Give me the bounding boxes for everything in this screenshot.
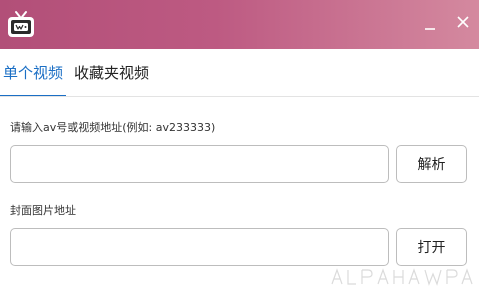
tab-divider (0, 96, 479, 97)
title-bar[interactable] (0, 0, 479, 49)
watermark-logo (328, 266, 473, 288)
tv-icon (6, 10, 36, 40)
cover-url-label: 封面图片地址 (10, 204, 76, 217)
video-id-input[interactable] (10, 145, 389, 183)
tab-single-video[interactable]: 单个视频 (0, 49, 66, 97)
open-button[interactable]: 打开 (396, 228, 467, 266)
tab-bar: 单个视频 收藏夹视频 (0, 49, 479, 97)
parse-button[interactable]: 解析 (396, 145, 467, 183)
close-icon[interactable] (451, 10, 475, 34)
tab-favorites-video[interactable]: 收藏夹视频 (74, 49, 154, 95)
video-id-label: 请输入av号或视频地址(例如: av233333) (10, 121, 216, 134)
cover-url-input[interactable] (10, 228, 389, 266)
minimize-icon[interactable] (418, 10, 442, 34)
app-window: 单个视频 收藏夹视频 请输入av号或视频地址(例如: av233333) 解析 … (0, 0, 479, 293)
